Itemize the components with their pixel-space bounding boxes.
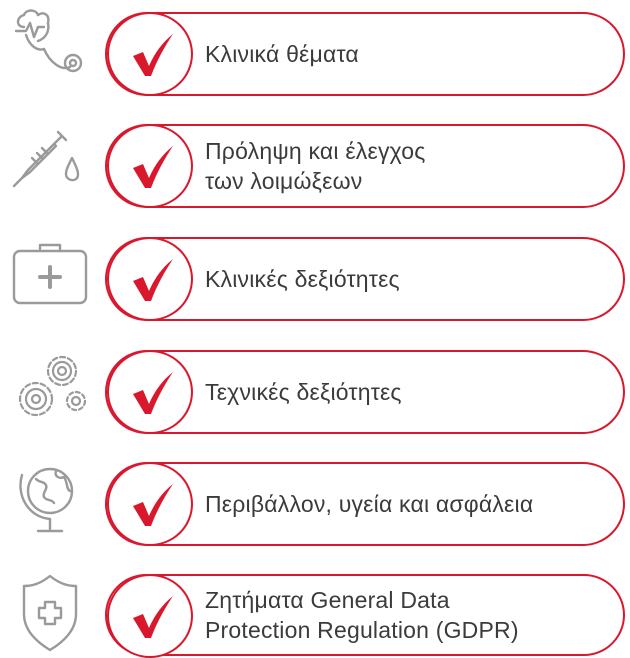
topic-label: Κλινικές δεξιότητες bbox=[205, 266, 400, 292]
checkmark-icon bbox=[133, 34, 173, 76]
check-badge bbox=[107, 124, 193, 208]
check-badge bbox=[107, 350, 193, 434]
topic-label: Πρόληψη και έλεγχος των λοιμώξεων bbox=[205, 138, 426, 194]
topic-pill: Περιβάλλον, υγεία και ασφάλεια bbox=[105, 462, 625, 546]
topic-pill: Ζητήματα General Data Protection Regulat… bbox=[105, 574, 625, 658]
topic-pill: Τεχνικές δεξιότητες bbox=[105, 350, 625, 434]
checkmark-icon bbox=[133, 146, 173, 188]
topic-label: Τεχνικές δεξιότητες bbox=[205, 379, 402, 405]
check-badge bbox=[107, 12, 193, 96]
checkmark-icon bbox=[133, 484, 173, 526]
checkmark-icon bbox=[133, 259, 173, 301]
topic-pill: Πρόληψη και έλεγχος των λοιμώξεων bbox=[105, 124, 625, 208]
topic-label: Περιβάλλον, υγεία και ασφάλεια bbox=[205, 491, 534, 517]
topic-pill: Κλινικά θέματα bbox=[105, 12, 625, 96]
shield-cross-icon bbox=[10, 568, 90, 658]
gears-icon bbox=[10, 343, 90, 433]
topic-label: Κλινικά θέματα bbox=[205, 41, 359, 67]
check-badge bbox=[107, 237, 193, 321]
check-badge bbox=[107, 574, 193, 658]
checkmark-icon bbox=[133, 372, 173, 414]
topic-pill: Κλινικές δεξιότητες bbox=[105, 237, 625, 321]
globe-icon bbox=[10, 455, 90, 545]
stethoscope-icon bbox=[10, 5, 90, 95]
first-aid-kit-icon bbox=[10, 231, 90, 321]
topic-label: Ζητήματα General Data Protection Regulat… bbox=[205, 587, 519, 643]
syringe-icon bbox=[10, 118, 90, 208]
checkmark-icon bbox=[133, 596, 173, 638]
check-badge bbox=[107, 462, 193, 546]
